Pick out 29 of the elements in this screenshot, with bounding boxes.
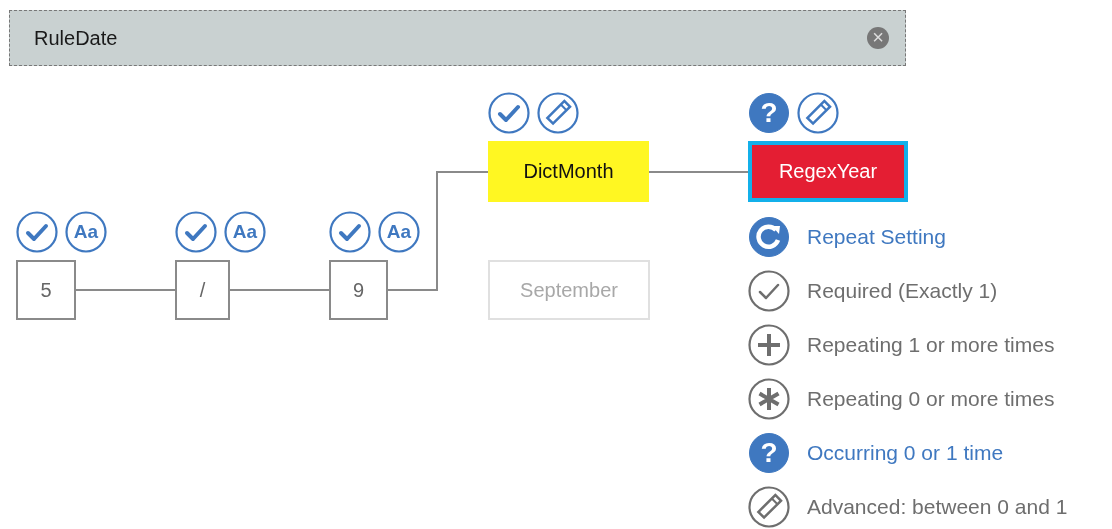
plus-icon	[748, 324, 790, 366]
case-icon[interactable]: Aa	[65, 211, 107, 253]
rule-title: RuleDate	[34, 26, 118, 50]
close-button[interactable]: ×	[867, 27, 889, 49]
pencil-icon[interactable]	[537, 92, 579, 134]
pencil-icon[interactable]	[797, 92, 839, 134]
repeat-option[interactable]: Repeating 0 or more times	[807, 387, 1055, 411]
dictionary-node[interactable]: DictMonth	[488, 141, 649, 202]
repeat-icon	[748, 216, 790, 258]
case-icon[interactable]: Aa	[224, 211, 266, 253]
repeat-option[interactable]: Advanced: between 0 and 1	[807, 495, 1068, 519]
question-icon[interactable]: ?	[748, 432, 790, 474]
check-icon[interactable]	[175, 211, 217, 253]
repeat-option[interactable]: Occurring 0 or 1 time	[807, 441, 1004, 465]
token-node[interactable]: 9	[329, 260, 388, 320]
case-icon[interactable]: Aa	[378, 211, 420, 253]
token-node[interactable]: 5	[16, 260, 76, 320]
check-icon[interactable]	[16, 211, 58, 253]
question-icon[interactable]: ?	[748, 92, 790, 134]
repeat-option[interactable]: Required (Exactly 1)	[807, 279, 998, 303]
check-icon[interactable]	[329, 211, 371, 253]
check-icon	[748, 270, 790, 312]
asterisk-icon	[748, 378, 790, 420]
menu-title: Repeat Setting	[807, 225, 946, 249]
sample-value: September	[488, 260, 650, 320]
check-icon[interactable]	[488, 92, 530, 134]
token-node[interactable]: /	[175, 260, 230, 320]
regex-node[interactable]: RegexYear	[748, 141, 908, 202]
repeat-option[interactable]: Repeating 1 or more times	[807, 333, 1055, 357]
